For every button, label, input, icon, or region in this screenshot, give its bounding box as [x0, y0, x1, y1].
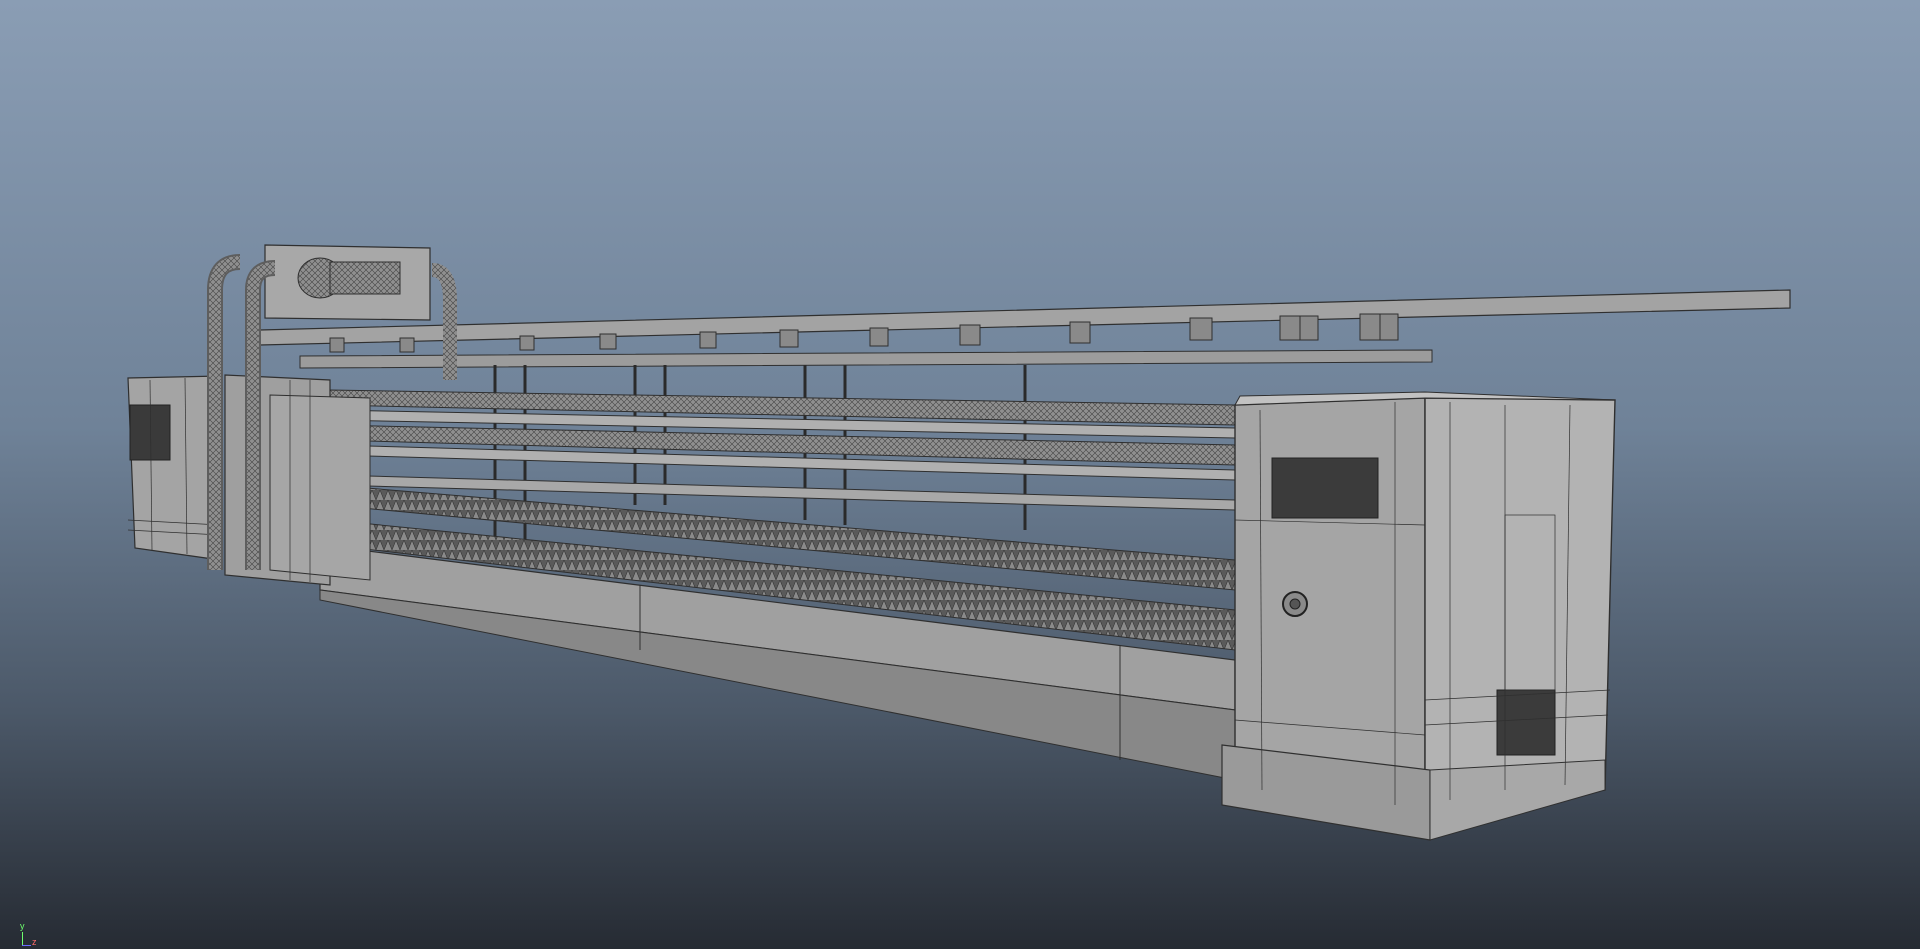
axis-gizmo: y z	[14, 922, 44, 948]
axis-z-label: z	[32, 937, 37, 947]
machine-wireframe-model[interactable]	[0, 0, 1920, 949]
right-cabinet	[1221, 391, 1616, 841]
axis-z-line	[22, 945, 31, 946]
axis-y-label: y	[20, 921, 25, 931]
3d-viewport[interactable]: y z	[0, 0, 1920, 949]
overhead-beam	[259, 289, 1791, 369]
axis-y-line	[22, 932, 23, 946]
